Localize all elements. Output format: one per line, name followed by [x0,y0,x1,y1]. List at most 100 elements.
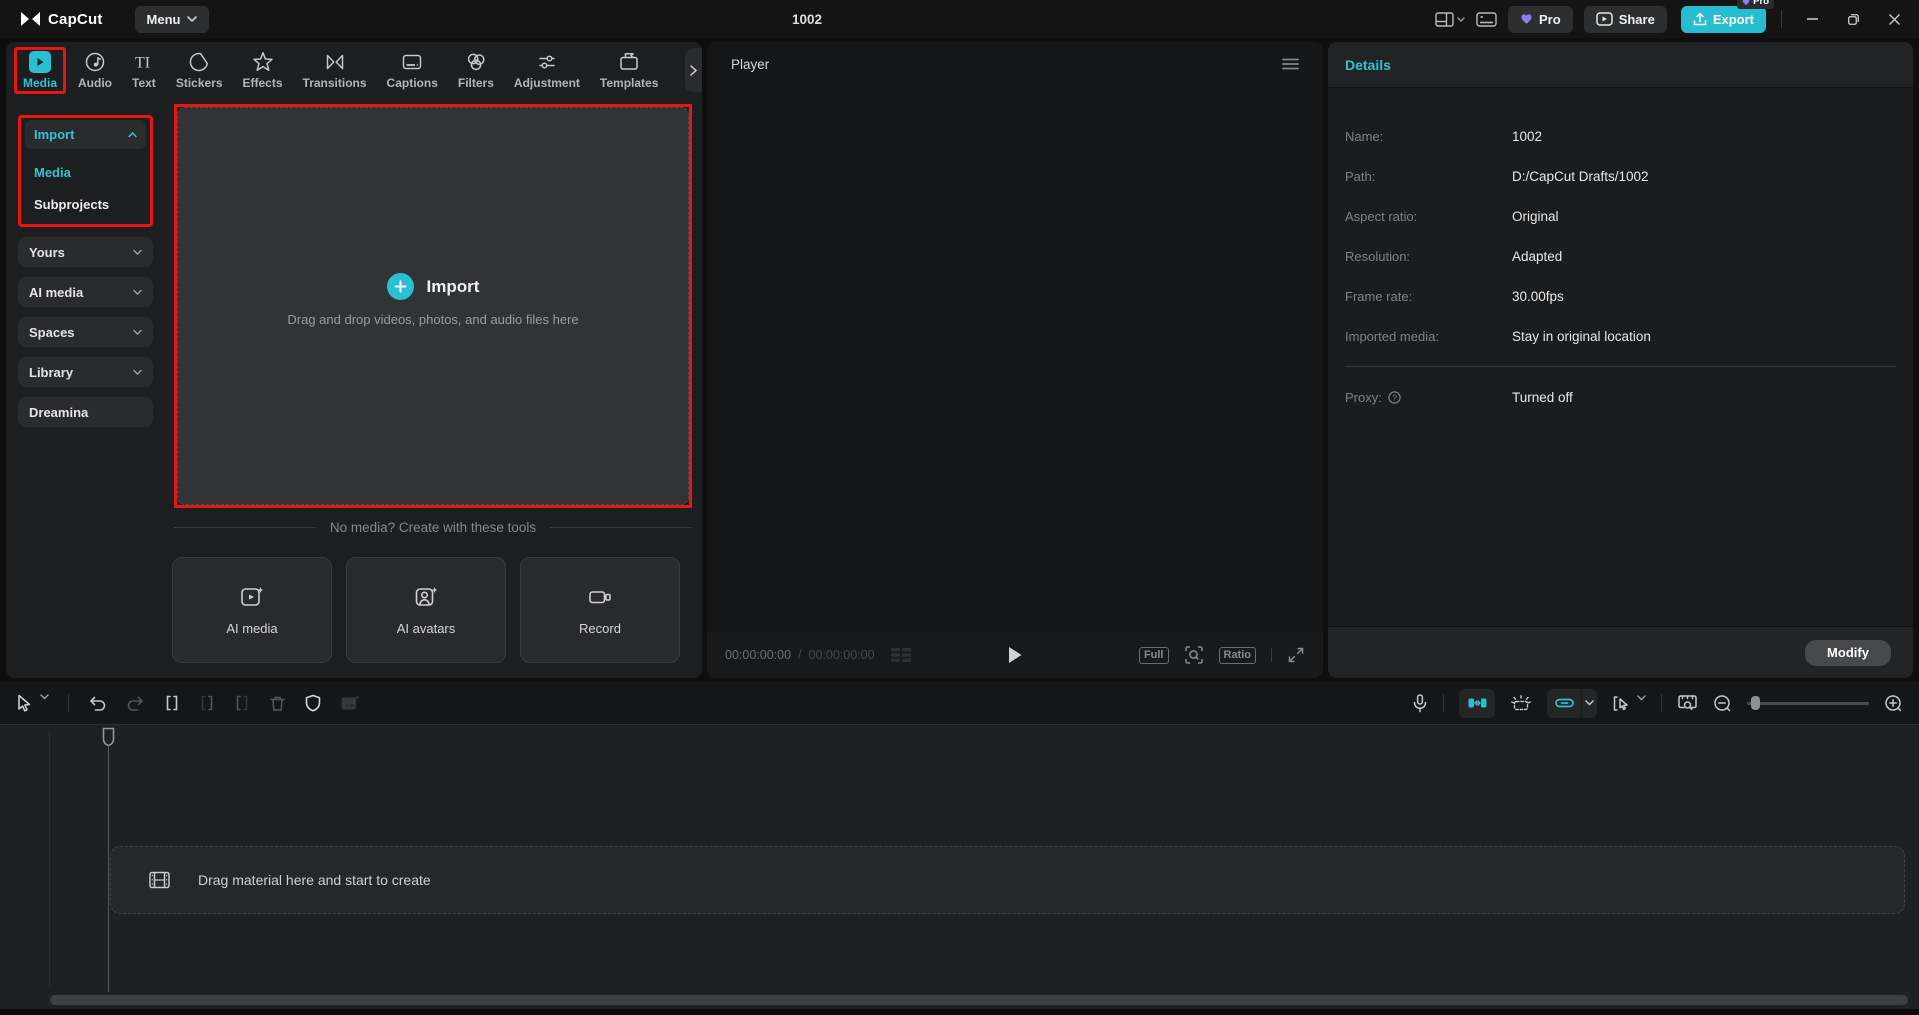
badge-heart-icon [1742,0,1750,6]
sidebar-item-label: AI media [29,284,84,300]
sidebar-item-label: Dreamina [29,404,89,420]
zoom-slider-handle[interactable] [1751,696,1760,710]
minimize-button[interactable] [1797,4,1827,34]
topbar-right: Pro Share Pro Export [1435,0,1909,34]
layout-toggle-button[interactable] [1435,11,1465,27]
full-view-button[interactable]: Full [1138,646,1169,664]
export-label: Export [1712,11,1754,27]
timeline-horizontal-scrollbar[interactable] [50,995,1908,1005]
svg-text:TI: TI [135,54,150,71]
tab-effects[interactable]: Effects [235,48,291,93]
preview-axis-button[interactable] [1677,694,1698,712]
ai-avatars-button[interactable]: AI avatars [346,557,506,663]
timecode: 00:00:00:00 / 00:00:00:00 [725,647,912,663]
undo-button[interactable] [88,695,107,711]
link-toggle[interactable] [1547,689,1581,718]
ratio-button[interactable]: Ratio [1218,646,1256,664]
window-controls-separator [1781,10,1782,28]
sidebar-item-media[interactable]: Media [25,156,146,188]
zoom-slider-track[interactable] [1747,702,1869,705]
select-tool-button[interactable] [16,694,49,712]
player-menu-button[interactable] [1282,58,1299,70]
transitions-tab-icon [324,51,346,73]
divider-line [550,527,693,528]
link-options-chevron[interactable] [1581,688,1597,718]
tab-templates[interactable]: Templates [592,48,666,93]
tab-media[interactable]: Media [14,46,67,94]
pro-button[interactable]: Pro [1508,5,1573,33]
zoom-in-button[interactable] [1884,694,1903,713]
sidebar-item-dreamina[interactable]: Dreamina [18,397,153,427]
effects-tab-icon [252,51,274,73]
delete-right-button[interactable] [234,695,250,711]
timeline-dropzone[interactable]: Drag material here and start to create [110,846,1905,914]
share-label: Share [1618,11,1655,27]
delete-button[interactable] [269,695,286,712]
toolbar-separator [1443,694,1444,712]
tab-transitions[interactable]: Transitions [295,48,375,93]
tab-audio[interactable]: Audio [70,48,120,93]
adjustment-tab-icon [536,51,558,73]
zoom-out-button[interactable] [1713,694,1732,713]
logo-text: CapCut [48,10,103,28]
captions-tab-icon [401,51,423,73]
import-action[interactable]: Import [386,273,479,300]
modify-button[interactable]: Modify [1805,639,1891,666]
sidebar-item-yours[interactable]: Yours [18,237,153,267]
share-button[interactable]: Share [1583,5,1667,33]
ai-media-button[interactable]: AI media [172,557,332,663]
stickers-tab-icon [188,51,210,73]
player-view-controls: Full Ratio [1138,645,1305,665]
tab-stickers[interactable]: Stickers [168,48,231,93]
tab-text[interactable]: TI Text [124,48,164,93]
tab-label: Text [132,75,156,90]
detail-value: Stay in original location [1512,328,1651,344]
sidebar-item-ai-media[interactable]: AI media [18,277,153,307]
redo-button[interactable] [126,695,145,711]
main-track-magnet-toggle[interactable] [1459,688,1495,718]
close-button[interactable] [1879,4,1909,34]
detail-label: Resolution: [1345,248,1411,264]
preview-zoom-button[interactable] [1184,645,1204,665]
capcut-window: CapCut Menu 1002 Pro Share Pro Export Me… [0,0,1919,1015]
help-circle-icon[interactable]: ? [1388,390,1401,404]
panel-layout-button[interactable] [1476,11,1497,27]
templates-tab-icon [618,51,640,73]
ai-avatars-icon [413,584,439,610]
detail-value: Original [1512,208,1559,224]
restore-button[interactable] [1838,4,1868,34]
playhead-handle[interactable] [102,727,115,747]
tab-filters[interactable]: Filters [450,48,502,93]
detail-label: Frame rate: [1345,288,1413,304]
pro-heart-icon [1520,13,1533,25]
tab-adjustment[interactable]: Adjustment [506,48,588,93]
record-button[interactable]: Record [520,557,680,663]
cover-edit-button[interactable] [340,694,360,712]
menu-button[interactable]: Menu [134,5,210,33]
tabstrip-scroll-right-button[interactable] [685,48,702,92]
import-dropzone[interactable]: Import Drag and drop videos, photos, and… [177,107,689,505]
mask-button[interactable] [305,694,321,712]
fullscreen-button[interactable] [1287,646,1305,664]
voiceover-mic-button[interactable] [1412,693,1428,713]
sidebar-item-library[interactable]: Library [18,357,153,387]
linked-preview-toggle-group [1547,688,1597,718]
export-button[interactable]: Export [1680,5,1766,33]
split-button[interactable] [164,695,180,711]
audio-tab-icon [84,51,106,73]
detail-value: D:/CapCut Drafts/1002 [1512,168,1649,184]
timeline-body[interactable]: Drag material here and start to create [0,724,1919,1015]
sidebar-item-import[interactable]: Import [25,120,146,149]
timecode-total: 00:00:00:00 [808,648,875,662]
cursor-track-mode-button[interactable] [1612,694,1646,712]
tools-divider-text: No media? Create with these tools [329,520,537,535]
player-controls: 00:00:00:00 / 00:00:00:00 Full Ratio [707,632,1323,678]
play-button[interactable] [1008,646,1023,664]
tab-captions[interactable]: Captions [379,48,446,93]
delete-left-button[interactable] [199,695,215,711]
detail-label: Name: [1345,128,1384,144]
auto-snap-button[interactable] [1510,693,1532,713]
sidebar-item-subprojects[interactable]: Subprojects [25,188,146,220]
timeline-zoom-slider[interactable] [1747,696,1869,710]
sidebar-item-spaces[interactable]: Spaces [18,317,153,347]
